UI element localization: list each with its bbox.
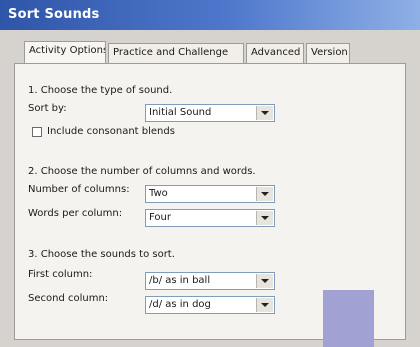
first-column-label: First column:: [28, 269, 93, 280]
tab-strip: Activity Options Practice and Challenge …: [24, 41, 350, 63]
first-column-select[interactable]: /b/ as in ball: [145, 272, 275, 290]
words-select[interactable]: Four: [145, 209, 275, 227]
columns-value: Two: [149, 188, 168, 199]
sort-by-select[interactable]: Initial Sound: [145, 104, 275, 122]
window-title: Sort Sounds: [8, 7, 100, 22]
words-value: Four: [149, 212, 171, 223]
title-bar: Sort Sounds: [0, 0, 420, 30]
tab-label: Practice and Challenge: [113, 47, 229, 58]
columns-label: Number of columns:: [28, 184, 130, 195]
sort-by-label: Sort by:: [28, 103, 67, 114]
second-column-label: Second column:: [28, 293, 109, 304]
chevron-down-icon[interactable]: [256, 274, 273, 288]
section-1-heading: 1. Choose the type of sound.: [28, 85, 173, 96]
chevron-down-icon[interactable]: [256, 211, 273, 225]
chevron-down-icon[interactable]: [256, 106, 273, 120]
second-column-select[interactable]: /d/ as in dog: [145, 296, 275, 314]
include-blends-label: Include consonant blends: [47, 126, 175, 137]
tab-label: Advanced: [251, 47, 301, 58]
decorative-overlay-block: [323, 290, 374, 347]
tab-advanced[interactable]: Advanced: [246, 43, 304, 63]
tab-activity-options[interactable]: Activity Options: [24, 41, 106, 63]
section-2-heading: 2. Choose the number of columns and word…: [28, 166, 256, 177]
tab-label: Version: [311, 47, 348, 58]
columns-select[interactable]: Two: [145, 185, 275, 203]
tab-version[interactable]: Version: [306, 43, 350, 63]
sort-by-value: Initial Sound: [149, 107, 212, 118]
tab-practice-and-challenge[interactable]: Practice and Challenge: [108, 43, 244, 63]
tab-label: Activity Options: [29, 45, 106, 56]
chevron-down-icon[interactable]: [256, 187, 273, 201]
include-blends-checkbox[interactable]: [32, 127, 42, 137]
section-3-heading: 3. Choose the sounds to sort.: [28, 249, 175, 260]
second-column-value: /d/ as in dog: [149, 299, 211, 310]
words-label: Words per column:: [28, 208, 123, 219]
first-column-value: /b/ as in ball: [149, 275, 211, 286]
chevron-down-icon[interactable]: [256, 298, 273, 312]
